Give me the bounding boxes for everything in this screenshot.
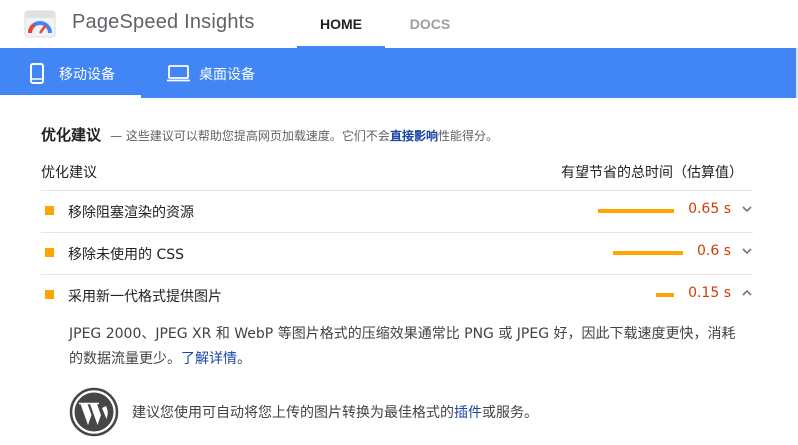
wordpress-tip-prefix: 建议您使用可自动将您上传的图片转换为最佳格式的 (132, 405, 454, 421)
savings-bar (613, 251, 683, 255)
smartphone-icon (30, 63, 44, 84)
audit-row-unused-css[interactable]: 移除未使用的 CSS 0.6 s (41, 233, 753, 273)
audit-description: JPEG 2000、JPEG XR 和 WebP 等图片格式的压缩效果通常比 P… (69, 322, 749, 372)
wordpress-tip: 建议您使用可自动将您上传的图片转换为最佳格式的插件或服务。 (132, 402, 538, 422)
section-header: 优化建议 — 这些建议可以帮助您提高网页加载速度。它们不会直接影响性能得分。 (41, 124, 498, 145)
device-tab-bar: 移动设备 桌面设备 (0, 48, 798, 98)
section-desc-prefix: — 这些建议可以帮助您提高网页加载速度。它们不会 (110, 129, 390, 143)
direct-impact-link[interactable]: 直接影响 (390, 129, 438, 143)
section-title: 优化建议 (41, 126, 102, 144)
tab-mobile-label: 移动设备 (59, 67, 115, 83)
audit-row-render-blocking[interactable]: 移除阻塞渲染的资源 0.65 s (41, 191, 753, 231)
learn-more-link[interactable]: 了解详情 (181, 351, 237, 367)
audit-description-text: JPEG 2000、JPEG XR 和 WebP 等图片格式的压缩效果通常比 P… (69, 326, 736, 367)
savings-bar (598, 209, 674, 213)
wordpress-icon (69, 387, 119, 437)
audit-savings-value: 0.6 s (696, 243, 731, 259)
chevron-down-icon[interactable] (741, 245, 753, 257)
tab-desktop[interactable]: 桌面设备 (141, 48, 281, 98)
top-header: PageSpeed Insights HOME DOCS (0, 0, 798, 48)
audit-description-suffix: 。 (237, 351, 251, 367)
audit-savings-value: 0.65 s (688, 201, 731, 217)
audit-title: 采用新一代格式提供图片 (68, 289, 222, 305)
column-header-opportunity: 优化建议 (41, 165, 97, 181)
tab-mobile[interactable]: 移动设备 (0, 48, 141, 98)
warning-square-icon (45, 248, 54, 257)
audit-savings-value: 0.15 s (688, 285, 731, 301)
warning-square-icon (45, 206, 54, 215)
section-desc-suffix: 性能得分。 (437, 129, 498, 143)
savings-bar (656, 293, 674, 297)
wordpress-tip-suffix: 或服务。 (482, 405, 538, 421)
app-title: PageSpeed Insights (72, 11, 255, 33)
audit-title: 移除未使用的 CSS (68, 247, 184, 263)
plugin-link[interactable]: 插件 (454, 405, 482, 421)
audit-row-next-gen-images[interactable]: 采用新一代格式提供图片 0.15 s (41, 275, 753, 315)
tab-desktop-label: 桌面设备 (199, 67, 255, 83)
chevron-up-icon[interactable] (741, 287, 753, 299)
pagespeed-logo-icon (24, 10, 56, 38)
tab-docs[interactable]: DOCS (386, 0, 474, 48)
desktop-monitor-icon (167, 65, 190, 82)
chevron-down-icon[interactable] (741, 203, 753, 215)
warning-square-icon (45, 290, 54, 299)
tab-home[interactable]: HOME (297, 0, 385, 48)
section-description: — 这些建议可以帮助您提高网页加载速度。它们不会直接影响性能得分。 (110, 129, 498, 143)
column-header-savings: 有望节省的总时间（估算值） (561, 165, 743, 181)
audit-title: 移除阻塞渲染的资源 (68, 205, 194, 221)
